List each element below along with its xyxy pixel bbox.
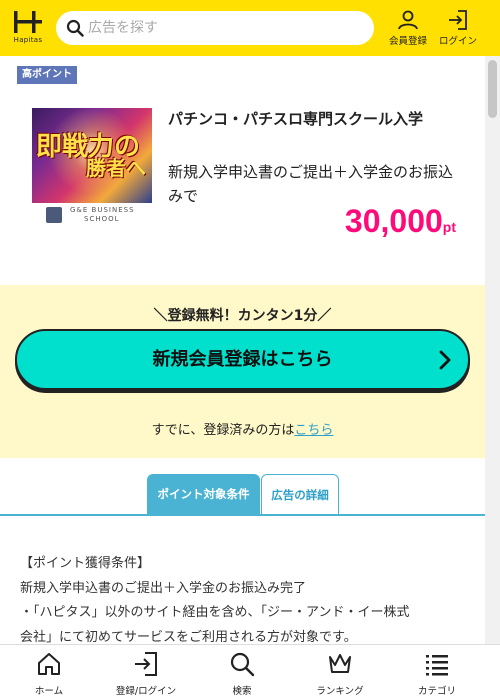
tabs-divider <box>0 514 485 516</box>
search-icon <box>66 19 84 37</box>
already-registered-text: すでに、登録済みの方は <box>151 423 295 438</box>
list-icon <box>426 655 448 676</box>
offer-thumbnail[interactable]: 即戦力の 勝者へ G&E BUSINESS SCHOOL <box>32 108 152 226</box>
search-icon <box>230 652 255 677</box>
conditions-line-1: 新規入学申込書のご提出＋入学金のお振込み完了 <box>20 580 307 596</box>
banner-headline-2: 勝者へ <box>86 156 146 180</box>
conditions-text: 【ポイント獲得条件】 新規入学申込書のご提出＋入学金のお振込み完了 ・「ハピタス… <box>20 552 470 650</box>
search-input[interactable] <box>88 11 358 45</box>
header: Hapitas 会員登録 ログイン <box>0 0 500 56</box>
nav-home-label: ホーム <box>34 686 64 697</box>
person-icon <box>398 10 418 30</box>
hapitas-logo[interactable]: Hapitas <box>10 8 46 46</box>
already-registered: すでに、登録済みの方はこちら <box>0 419 485 438</box>
offer-title: パチンコ・パチスロ専門スクール入学 <box>168 110 424 128</box>
points-unit: pt <box>442 219 456 235</box>
tab-point-conditions[interactable]: ポイント対象条件 <box>147 474 260 514</box>
hapitas-logo-icon <box>14 11 42 33</box>
tab-ad-details[interactable]: 広告の詳細 <box>261 474 339 514</box>
school-logo-icon <box>46 207 62 223</box>
bottom-nav: ホーム 登録/ログイン 検索 ランキング カテゴリ <box>0 644 500 700</box>
nav-category-label: カテゴリ <box>417 686 456 697</box>
offer-points: 30,000pt <box>300 203 456 240</box>
nav-login-label: 登録/ログイン <box>115 686 177 697</box>
scrollbar-thumb[interactable] <box>488 60 497 118</box>
offer-banner-image: 即戦力の 勝者へ <box>32 108 152 203</box>
register-button-label: 新規会員登録はこちら <box>152 349 333 370</box>
school-brand-line-1: G&E BUSINESS <box>70 206 135 214</box>
nav-ranking-label: ランキング <box>316 686 364 697</box>
points-value: 30,000 <box>344 203 443 239</box>
page: Hapitas 会員登録 ログイン 高ポイント <box>0 0 500 700</box>
already-registered-link[interactable]: こちら <box>294 423 333 438</box>
nav-search-label: 検索 <box>232 686 252 697</box>
new-member-register-button[interactable]: 新規会員登録はこちら <box>15 329 470 390</box>
logo-text: Hapitas <box>13 36 43 44</box>
nav-category[interactable]: カテゴリ <box>397 651 477 697</box>
search-box[interactable] <box>56 11 374 45</box>
login-button[interactable]: ログイン <box>434 10 482 48</box>
login-arrow-icon <box>135 652 157 676</box>
high-point-badge: 高ポイント <box>17 66 77 84</box>
nav-register-login[interactable]: 登録/ログイン <box>106 651 186 697</box>
login-arrow-icon <box>449 10 467 30</box>
nav-home[interactable]: ホーム <box>9 651 89 697</box>
chevron-right-icon <box>439 350 451 370</box>
scrollbar-track[interactable] <box>485 56 500 644</box>
school-brand-line-2: SCHOOL <box>84 215 120 223</box>
offer-description: 新規入学申込書のご提出＋入学金のお振込みで <box>168 163 454 205</box>
crown-icon <box>329 654 351 673</box>
school-logo: G&E BUSINESS SCHOOL <box>46 206 156 224</box>
conditions-line-2: ・「ハピタス」以外のサイト経由を含め、「ジー・アンド・イー株式 <box>20 605 410 620</box>
nav-ranking[interactable]: ランキング <box>300 651 380 697</box>
member-register-button[interactable]: 会員登録 <box>384 10 432 48</box>
register-tagline: ＼登録無料！カンタン1分／ <box>153 308 332 324</box>
member-register-label: 会員登録 <box>388 36 427 47</box>
login-label: ログイン <box>438 36 477 47</box>
nav-search[interactable]: 検索 <box>202 651 282 697</box>
home-icon <box>38 653 60 675</box>
conditions-heading: 【ポイント獲得条件】 <box>20 556 151 571</box>
